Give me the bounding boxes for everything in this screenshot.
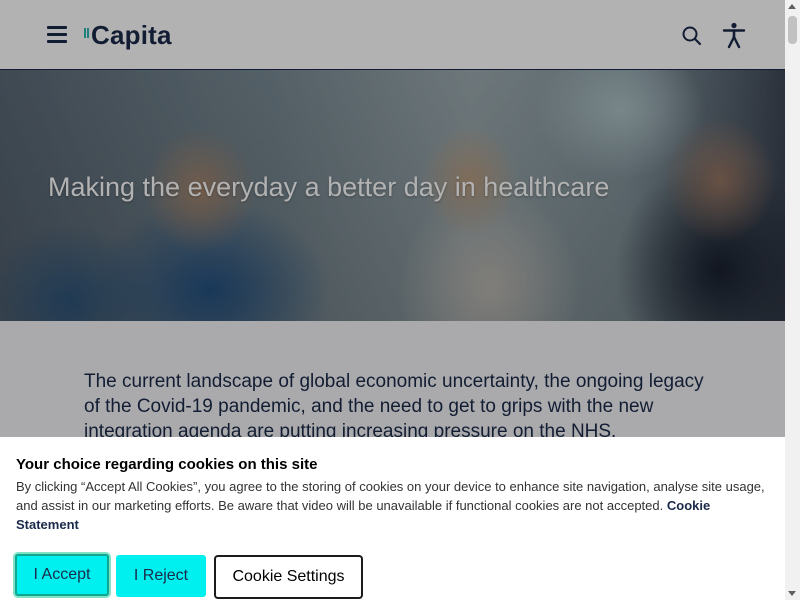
hero-title: Making the everyday a better day in heal… [48, 172, 610, 202]
scroll-up-icon[interactable] [788, 4, 796, 9]
cookie-settings-button[interactable]: Cookie Settings [214, 555, 363, 599]
scroll-down-icon[interactable] [788, 591, 796, 596]
accept-button[interactable]: I Accept [15, 554, 109, 596]
logo-mark-icon [84, 24, 90, 50]
capita-logo[interactable]: Capita [84, 18, 172, 50]
intro-text: The current landscape of global economic… [84, 371, 704, 442]
scrollbar[interactable] [785, 0, 800, 600]
hero-banner: Making the everyday a better day in heal… [0, 70, 785, 321]
cookie-banner: Your choice regarding cookies on this si… [0, 437, 785, 600]
site-header: Capita [0, 0, 785, 70]
scroll-thumb[interactable] [788, 16, 797, 44]
cookie-body: By clicking “Accept All Cookies”, you ag… [16, 479, 765, 513]
cookie-text: By clicking “Accept All Cookies”, you ag… [16, 477, 766, 534]
search-icon[interactable] [680, 24, 704, 48]
accessibility-icon[interactable] [720, 21, 748, 49]
logo-text: Capita [91, 20, 172, 50]
reject-button[interactable]: I Reject [116, 555, 206, 597]
menu-icon[interactable] [47, 26, 67, 44]
cookie-title: Your choice regarding cookies on this si… [16, 456, 318, 473]
